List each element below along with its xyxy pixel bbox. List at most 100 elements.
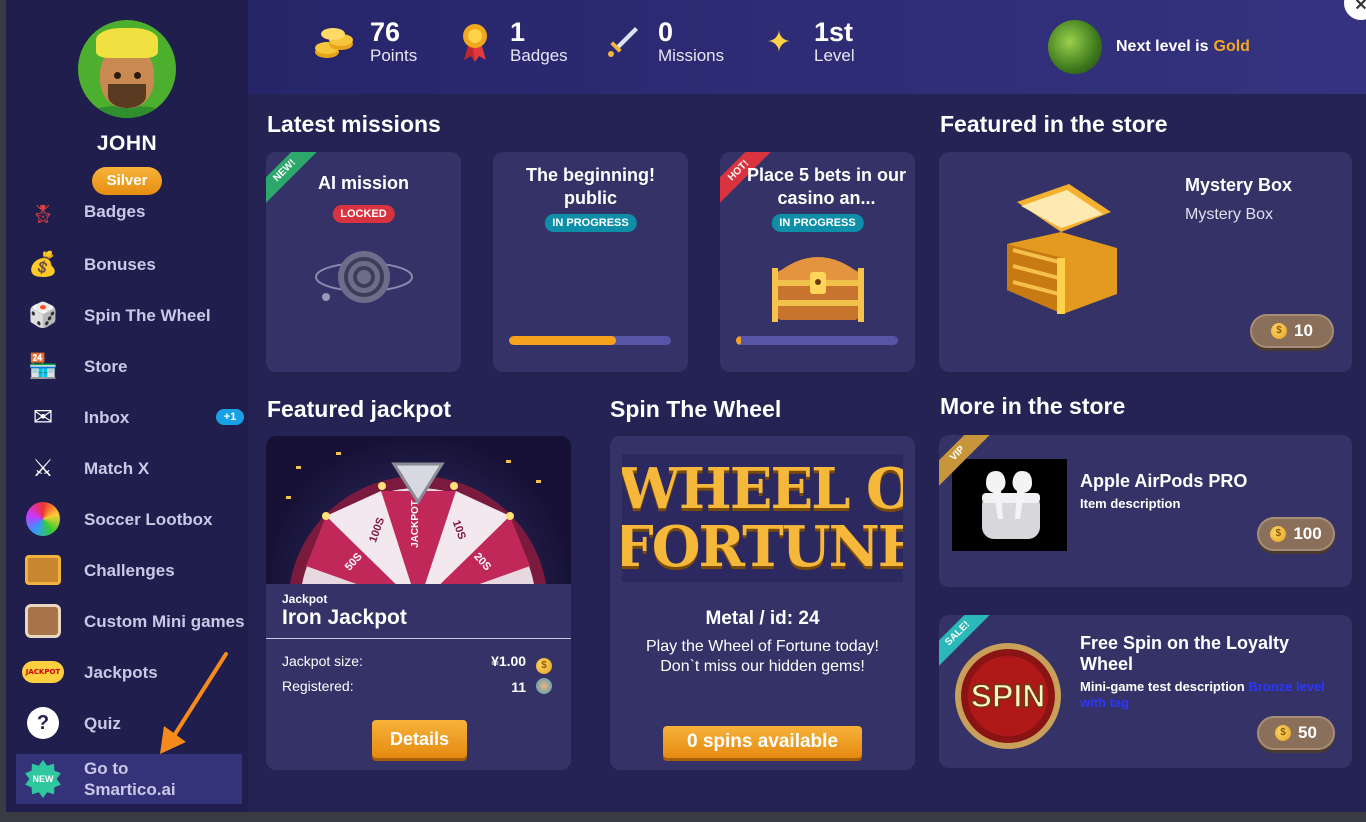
mission-card-beginning[interactable]: The beginning! public IN PROGRESS: [493, 152, 688, 372]
coin-icon: $: [536, 658, 552, 674]
next-level-prefix: Next level is: [1116, 38, 1209, 55]
wheel-banner-line2: FORTUNE: [622, 514, 903, 580]
money-bag-icon: 💰: [28, 250, 58, 278]
treasure-chest-icon: [25, 604, 61, 638]
sidebar-item-custom-mini-games[interactable]: Custom Mini games: [24, 598, 246, 644]
jackpot-banner: JACKPOT 10S 20S 50S 100S: [266, 436, 571, 584]
sidebar-item-bonuses[interactable]: 💰 Bonuses: [24, 241, 246, 287]
price-value: 100: [1293, 524, 1322, 543]
sidebar-item-label: Bonuses: [84, 254, 156, 274]
jackpot-name: Iron Jackpot: [282, 606, 407, 629]
jackpot-kicker: Jackpot: [282, 592, 328, 606]
mission-progress-bar: [736, 336, 898, 345]
sidebar-item-label: Inbox: [84, 407, 130, 427]
stat-points: 76 Points: [312, 18, 417, 66]
store-featured-title: Featured in the store: [940, 111, 1168, 137]
price-button[interactable]: $10: [1250, 314, 1334, 348]
sword-icon: [600, 19, 646, 65]
jackpot-size-value: ¥1.00: [491, 653, 527, 669]
username: JOHN: [96, 132, 158, 155]
store-item-desc-block: Mini-game test description Bronze level …: [1080, 679, 1330, 711]
store-item-name: Apple AirPods PRO: [1080, 471, 1248, 491]
status-badge: IN PROGRESS: [771, 214, 864, 232]
jackpot-card[interactable]: JACKPOT 10S 20S 50S 100S Jackpot Iron Ja…: [266, 436, 571, 770]
dice-icon: 🎲: [28, 301, 58, 329]
wheel-banner-line1: WHEEL OF: [622, 456, 903, 522]
jackpot-details-button[interactable]: Details: [372, 720, 467, 758]
coin-icon: $: [1271, 323, 1288, 339]
coin-icon: $: [1275, 725, 1292, 741]
close-button[interactable]: ✕: [1344, 0, 1366, 20]
chest-icon: [772, 257, 864, 322]
missions-label: Missions: [658, 46, 725, 65]
mission-card-casino-bets[interactable]: HOT! Place 5 bets in our casino an... IN…: [720, 152, 915, 372]
coin-icon: $: [1270, 526, 1287, 542]
mission-title: The beginning! public: [526, 165, 655, 208]
jackpot-registered-label: Registered:: [282, 678, 354, 694]
badges-value: 1: [510, 17, 526, 47]
wheel-label-jackpot: JACKPOT: [410, 500, 421, 548]
store-more-title: More in the store: [940, 393, 1126, 419]
inbox-count-badge: +1: [216, 409, 244, 425]
price-value: 50: [1298, 723, 1317, 742]
gamification-popup: 🎖 Badges 💰 Bonuses 🎲 Spin The Wheel 🏪 St…: [6, 0, 1366, 812]
level-value: 1st: [814, 17, 854, 47]
mission-title: Place 5 bets in our casino an...: [746, 165, 907, 208]
sidebar-item-go-to-smartico[interactable]: NEW Go to Smartico.ai: [16, 754, 242, 804]
jackpot-wheel-icon: JACKPOT 10S 20S 50S 100S: [286, 452, 547, 584]
missions-value: 0: [658, 17, 674, 47]
sidebar-item-label: Quiz: [84, 713, 121, 733]
wheel-name: Metal / id: 24: [705, 608, 820, 629]
profile-panel: JOHN Silver: [6, 0, 248, 205]
sidebar-item-label: Custom Mini games: [84, 611, 245, 631]
jackpot-size-row: Jackpot size: ¥1.00 $: [282, 653, 552, 674]
window-edge-bottom: [0, 812, 1366, 822]
crossed-swords-icon: ⚔: [32, 454, 54, 482]
jackpot-section-title: Featured jackpot: [267, 396, 452, 422]
sidebar-item-inbox[interactable]: ✉ Inbox +1: [24, 394, 246, 440]
sidebar-item-spin-the-wheel[interactable]: 🎲 Spin The Wheel: [24, 292, 246, 338]
wheel-card[interactable]: WHEEL OF FORTUNE Metal / id: 24 Play the…: [610, 436, 915, 770]
sidebar-item-label: Soccer Lootbox: [84, 509, 213, 529]
points-value: 76: [370, 17, 401, 47]
sparkles-icon: ✦: [766, 24, 792, 60]
store-featured-card[interactable]: Mystery Box Mystery Box $10: [939, 152, 1352, 372]
price-button[interactable]: $100: [1257, 517, 1335, 551]
sidebar-item-challenges[interactable]: Challenges: [24, 547, 246, 593]
sidebar-item-match-x[interactable]: ⚔ Match X: [24, 445, 246, 491]
price-button[interactable]: $50: [1257, 716, 1335, 750]
spins-available-button[interactable]: 0 spins available: [663, 726, 862, 758]
wheel-description: Play the Wheel of Fortune today! Don`t m…: [645, 638, 879, 675]
spin-image-text: SPIN: [971, 678, 1046, 714]
sidebar-item-label: Challenges: [84, 560, 175, 580]
sidebar-item-soccer-lootbox[interactable]: Soccer Lootbox: [24, 496, 246, 542]
sidebar-item-label: Jackpots: [84, 662, 158, 682]
planet-icon: [315, 251, 413, 303]
store-item-desc: Item description: [1080, 496, 1181, 511]
chest-icon: [25, 555, 61, 585]
store-item-airpods[interactable]: VIP Apple AirPods PRO Item description $…: [939, 435, 1352, 587]
mission-card-ai[interactable]: NEW! AI mission LOCKED: [266, 152, 461, 372]
points-label: Points: [370, 46, 418, 65]
sidebar-item-store[interactable]: 🏪 Store: [24, 343, 246, 389]
level-label: Level: [814, 46, 855, 65]
avatar[interactable]: [78, 20, 176, 118]
badges-label: Badges: [510, 46, 568, 65]
store-item-desc: Mystery Box: [1185, 206, 1274, 223]
stat-missions: 0 Missions: [600, 18, 724, 66]
envelope-icon: ✉: [32, 403, 54, 431]
store-item-free-spin[interactable]: SPIN SALE! Free Spin on the Loyalty Whee…: [939, 615, 1352, 768]
status-badge: IN PROGRESS: [544, 214, 637, 232]
missions-section-title: Latest missions: [267, 111, 441, 137]
jackpot-icon: JACKPOT: [22, 661, 64, 683]
next-level-info: Next level is Gold: [1048, 20, 1250, 74]
wheel-section-title: Spin The Wheel: [610, 396, 782, 422]
wheel-of-fortune-banner: WHEEL OF FORTUNE: [622, 454, 903, 582]
next-level-name: Gold: [1213, 38, 1250, 55]
question-icon: ?: [27, 707, 59, 739]
sidebar-item-label: Store: [84, 356, 128, 376]
coins-icon: [312, 19, 358, 65]
divider: [266, 638, 571, 639]
mission-progress-bar: [509, 336, 671, 345]
close-icon: ✕: [1354, 0, 1366, 14]
